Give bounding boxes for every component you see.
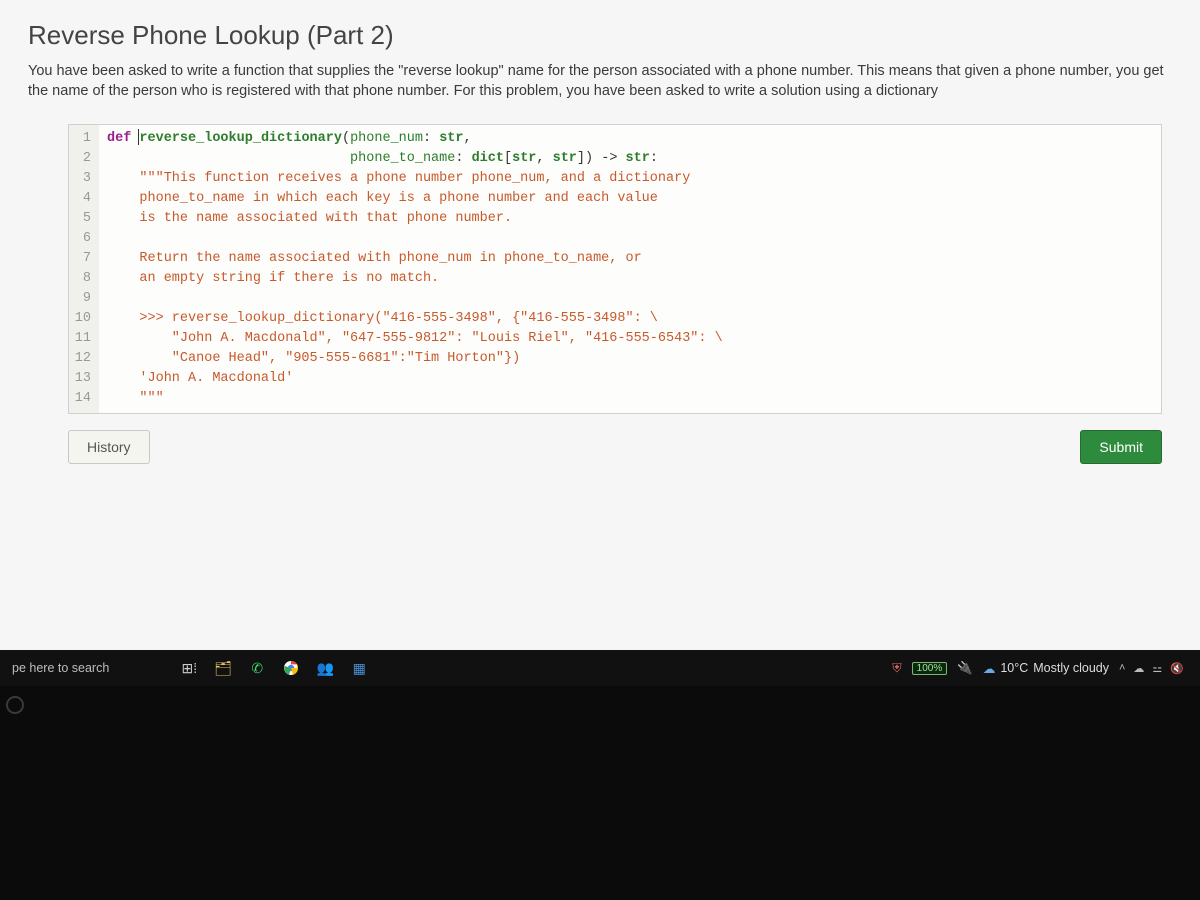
weather-widget[interactable]: ☁ 10°C Mostly cloudy [983, 661, 1109, 676]
line-number: 11 [73, 329, 91, 349]
whatsapp-icon[interactable]: ✆ [247, 658, 267, 678]
line-number: 6 [73, 229, 91, 249]
line-number: 2 [73, 149, 91, 169]
code-line[interactable]: an empty string if there is no match. [107, 269, 1153, 289]
taskbar-app-icons: ⊞⁞ 🗂 ✆ 👥 ▦ [179, 658, 369, 678]
line-number: 13 [73, 369, 91, 389]
code-line[interactable]: >>> reverse_lookup_dictionary("416-555-3… [107, 309, 1153, 329]
volume-icon[interactable]: 🔇 [1170, 662, 1184, 675]
line-number: 10 [73, 309, 91, 329]
code-line[interactable]: "Canoe Head", "905-555-6681":"Tim Horton… [107, 349, 1153, 369]
cortana-icon[interactable] [6, 696, 24, 714]
line-number: 5 [73, 209, 91, 229]
code-line[interactable]: """This function receives a phone number… [107, 169, 1153, 189]
chrome-icon[interactable] [281, 658, 301, 678]
code-line[interactable]: 'John A. Macdonald' [107, 369, 1153, 389]
code-line[interactable]: Return the name associated with phone_nu… [107, 249, 1153, 269]
submit-button[interactable]: Submit [1080, 430, 1162, 464]
taskbar-search-input[interactable]: pe here to search [6, 661, 109, 675]
app-icon-2[interactable]: ▦ [349, 658, 369, 678]
line-number: 9 [73, 289, 91, 309]
line-number: 7 [73, 249, 91, 269]
code-area[interactable]: def reverse_lookup_dictionary(phone_num:… [99, 125, 1161, 413]
code-line[interactable]: phone_to_name: dict[str, str]) -> str: [107, 149, 1153, 169]
line-number: 1 [73, 129, 91, 149]
code-line[interactable]: """ [107, 389, 1153, 409]
battery-indicator[interactable]: 100% [912, 662, 948, 675]
weather-condition: Mostly cloudy [1033, 661, 1109, 675]
cloud-icon: ☁ [983, 661, 996, 676]
weather-temp: 10°C [1000, 661, 1028, 675]
wifi-icon[interactable]: ⚍ [1152, 662, 1162, 675]
power-icon[interactable]: 🔌 [957, 661, 973, 676]
line-gutter: 1234567891011121314 [69, 125, 99, 413]
desktop-background [0, 686, 1200, 900]
line-number: 4 [73, 189, 91, 209]
tray-status-icons[interactable]: ˄ ☁ ⚍ 🔇 [1119, 662, 1184, 675]
line-number: 12 [73, 349, 91, 369]
history-button[interactable]: History [68, 430, 150, 464]
task-view-icon[interactable]: ⊞⁞ [179, 658, 199, 678]
shield-icon[interactable]: ⛨ [892, 661, 901, 676]
code-editor[interactable]: 1234567891011121314 def reverse_lookup_d… [68, 124, 1162, 414]
chevron-up-icon[interactable]: ˄ [1119, 662, 1125, 675]
code-line[interactable]: def reverse_lookup_dictionary(phone_num:… [107, 129, 1153, 149]
onedrive-icon[interactable]: ☁ [1133, 662, 1144, 675]
line-number: 8 [73, 269, 91, 289]
code-line[interactable] [107, 229, 1153, 249]
system-tray: ⛨ 100% 🔌 ☁ 10°C Mostly cloudy ˄ ☁ ⚍ 🔇 [892, 661, 1194, 676]
line-number: 3 [73, 169, 91, 189]
code-line[interactable]: phone_to_name in which each key is a pho… [107, 189, 1153, 209]
file-explorer-icon[interactable]: 🗂 [213, 658, 233, 678]
line-number: 14 [73, 389, 91, 409]
problem-description: You have been asked to write a function … [28, 61, 1172, 102]
code-line[interactable]: "John A. Macdonald", "647-555-9812": "Lo… [107, 329, 1153, 349]
code-line[interactable] [107, 289, 1153, 309]
windows-taskbar[interactable]: pe here to search ⊞⁞ 🗂 ✆ 👥 ▦ ⛨ 100% 🔌 ☁ … [0, 650, 1200, 686]
problem-title: Reverse Phone Lookup (Part 2) [28, 20, 1172, 51]
code-line[interactable]: is the name associated with that phone n… [107, 209, 1153, 229]
app-icon[interactable]: 👥 [315, 658, 335, 678]
